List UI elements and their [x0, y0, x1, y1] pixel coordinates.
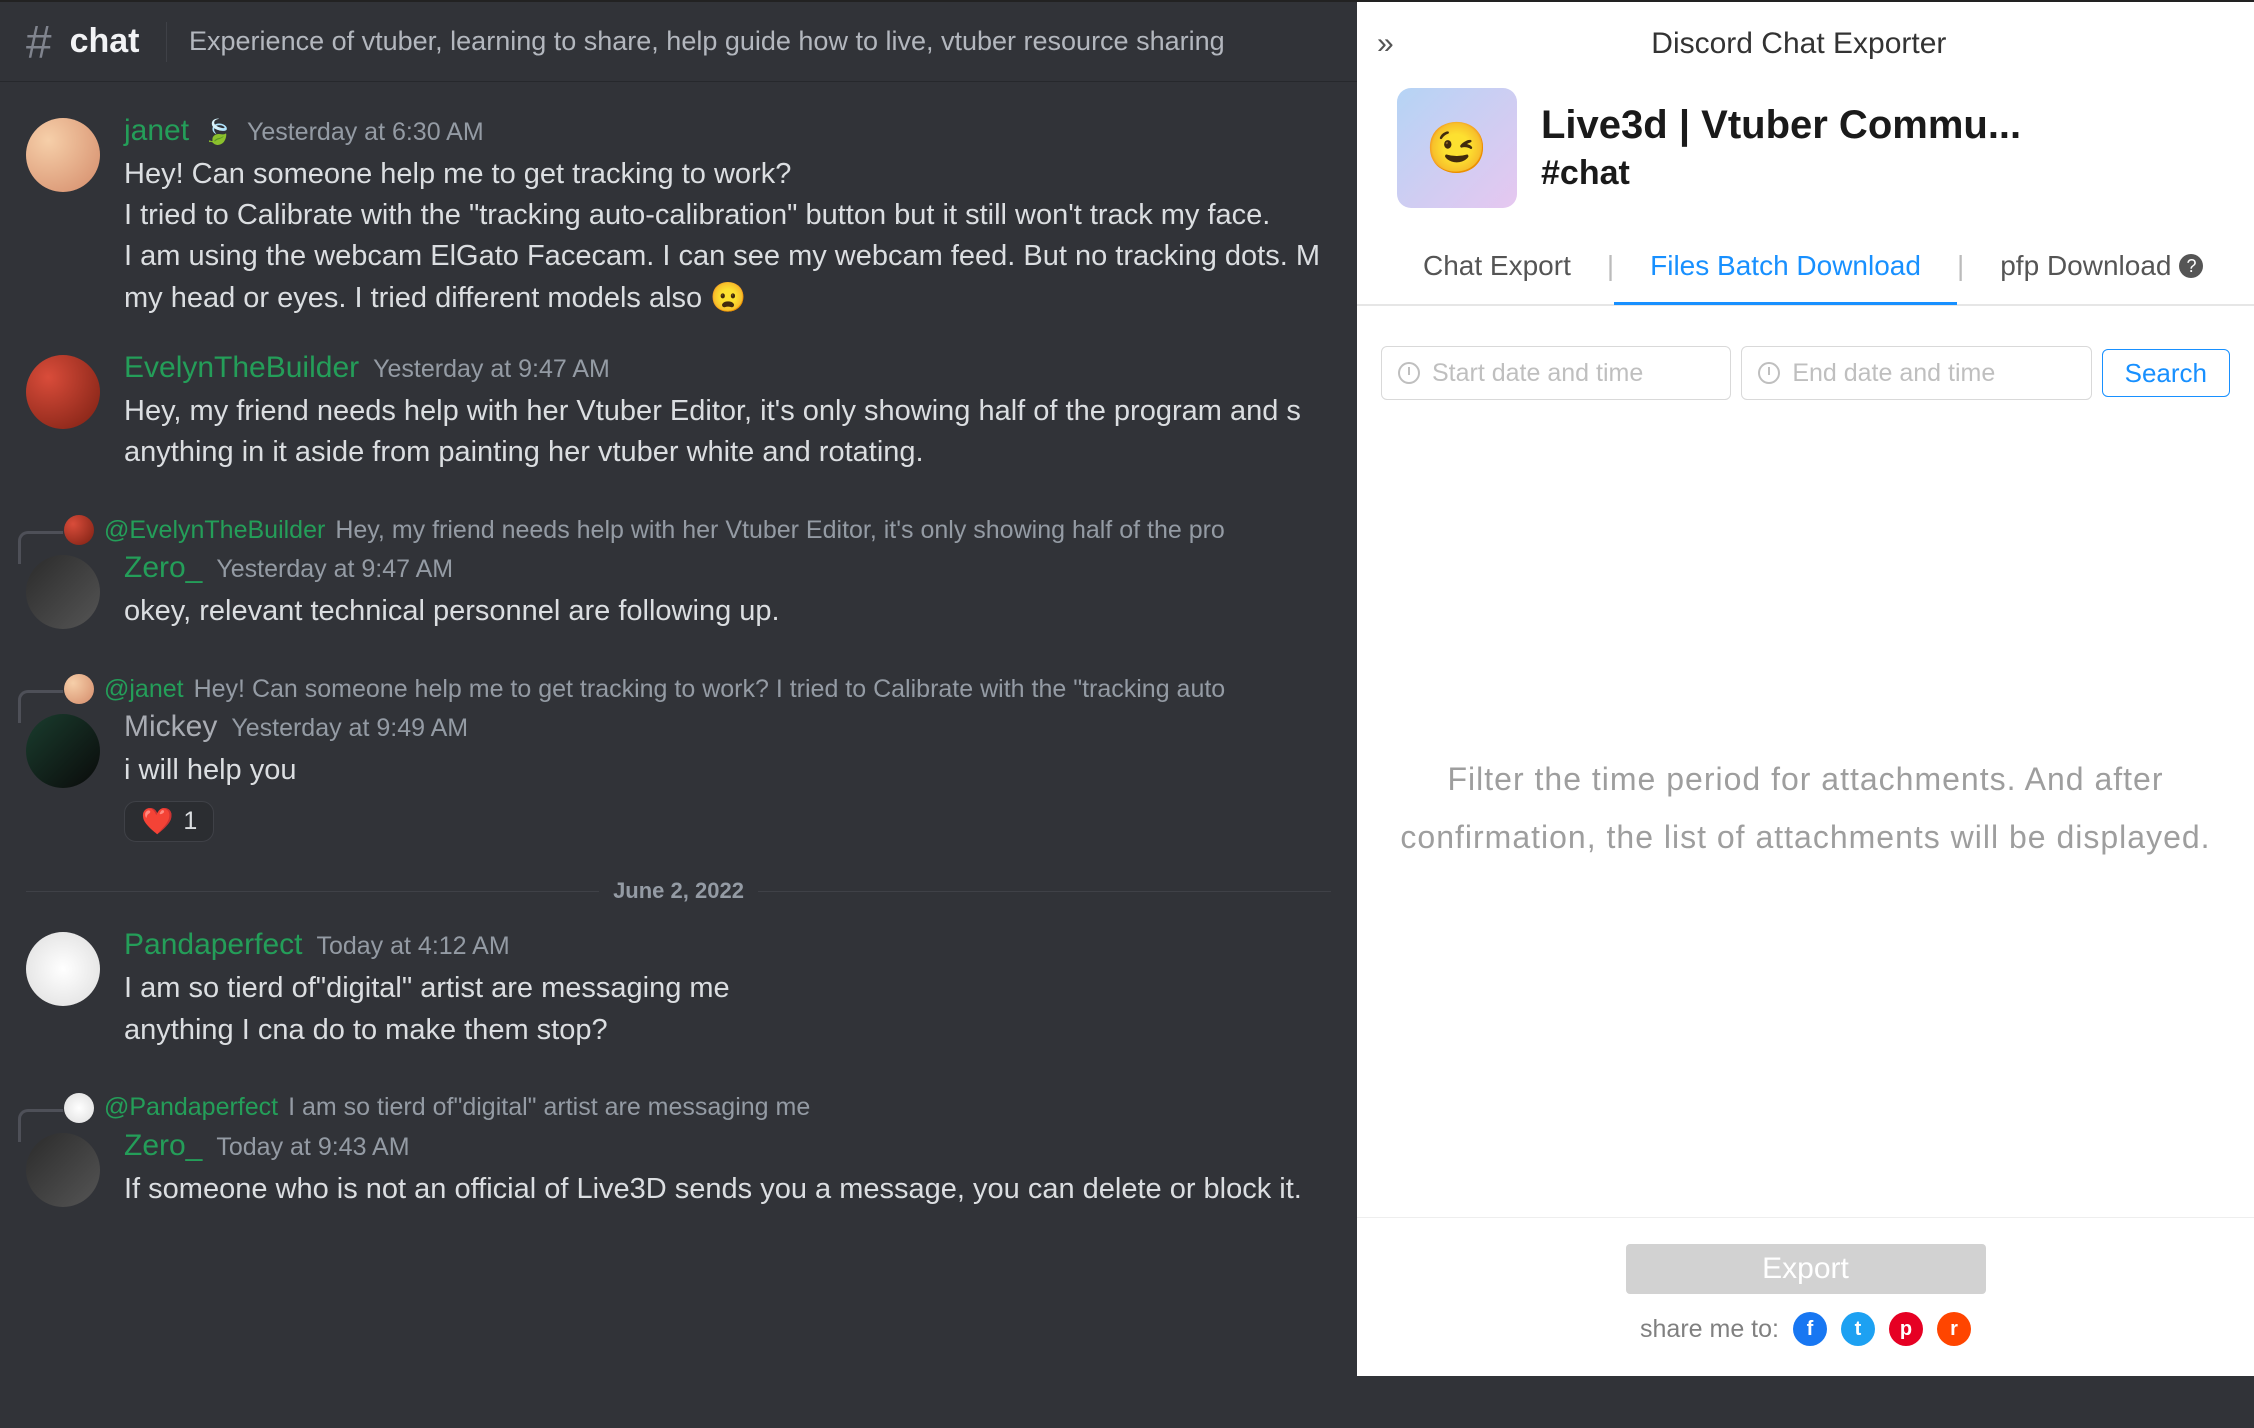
- clock-icon: [1398, 362, 1420, 384]
- reply-reference[interactable]: @EvelynTheBuilder Hey, my friend needs he…: [64, 515, 1357, 545]
- reply-text: Hey! Can someone help me to get tracking…: [194, 675, 1226, 704]
- discord-chat-pane: # chat Experience of vtuber, learning to…: [0, 0, 1357, 1428]
- author-name[interactable]: Mickey: [124, 710, 217, 744]
- avatar[interactable]: [26, 714, 100, 788]
- message-text: If someone who is not an official of Liv…: [124, 1169, 1331, 1210]
- export-button[interactable]: Export: [1626, 1244, 1986, 1294]
- message-timestamp: Yesterday at 9:47 AM: [216, 555, 453, 584]
- message-text: i will help you: [124, 750, 1331, 791]
- exporter-panel: » Discord Chat Exporter 😉 Live3d | Vtube…: [1357, 0, 2254, 1376]
- message-list[interactable]: janet 🍃 Yesterday at 6:30 AM Hey! Can someo…: [0, 82, 1357, 1428]
- avatar[interactable]: [26, 932, 100, 1006]
- reddit-icon[interactable]: r: [1937, 1312, 1971, 1346]
- reaction-count: 1: [183, 807, 197, 836]
- message-timestamp: Yesterday at 9:49 AM: [231, 714, 468, 743]
- reply-reference[interactable]: @janet Hey! Can someone help me to get tr…: [64, 674, 1357, 704]
- server-icon: 😉: [1397, 88, 1517, 208]
- message: EvelynTheBuilder Yesterday at 9:47 AM Hey,…: [0, 347, 1357, 501]
- start-date-input[interactable]: Start date and time: [1381, 346, 1731, 400]
- server-name: Live3d | Vtuber Commu...: [1541, 103, 2021, 148]
- reply-author[interactable]: @EvelynTheBuilder: [104, 516, 325, 545]
- share-label: share me to:: [1640, 1315, 1779, 1344]
- tab-separator: |: [1957, 250, 1964, 282]
- channel-topic: Experience of vtuber, learning to share,…: [189, 26, 1225, 57]
- author-name[interactable]: Zero_: [124, 1129, 202, 1163]
- reply-author[interactable]: @janet: [104, 675, 184, 704]
- message-text: Hey! Can someone help me to get tracking…: [124, 154, 1331, 319]
- date-label: June 2, 2022: [599, 878, 758, 904]
- share-row: share me to: f t p r: [1640, 1312, 1971, 1346]
- message: Zero_ Today at 9:43 AM If someone who is n…: [0, 1125, 1357, 1238]
- panel-header: » Discord Chat Exporter: [1357, 2, 2254, 86]
- message-text: okey, relevant technical personnel are f…: [124, 591, 1331, 632]
- search-button[interactable]: Search: [2102, 349, 2230, 397]
- divider: [166, 22, 168, 62]
- end-date-input[interactable]: End date and time: [1741, 346, 2091, 400]
- avatar[interactable]: [26, 1133, 100, 1207]
- message: Zero_ Yesterday at 9:47 AM okey, relevant …: [0, 547, 1357, 660]
- message: Mickey Yesterday at 9:49 AM i will help yo…: [0, 706, 1357, 870]
- message-text: I am so tierd of"digital" artist are mes…: [124, 968, 1331, 1050]
- channel-name: chat: [70, 22, 140, 61]
- message-timestamp: Today at 9:43 AM: [216, 1133, 409, 1162]
- tab-files-batch[interactable]: Files Batch Download: [1614, 229, 1957, 305]
- reaction[interactable]: ❤️ 1: [124, 801, 214, 842]
- message-timestamp: Today at 4:12 AM: [316, 932, 509, 961]
- author-name[interactable]: EvelynTheBuilder: [124, 351, 359, 385]
- reply-author[interactable]: @Pandaperfect: [104, 1093, 278, 1122]
- pinterest-icon[interactable]: p: [1889, 1312, 1923, 1346]
- hash-icon: #: [26, 15, 52, 69]
- hint-area: Filter the time period for attachments. …: [1357, 400, 2254, 1217]
- filter-row: Start date and time End date and time Se…: [1357, 306, 2254, 400]
- panel-title: Discord Chat Exporter: [1408, 27, 2190, 61]
- start-date-placeholder: Start date and time: [1432, 359, 1643, 388]
- collapse-icon[interactable]: »: [1377, 27, 1394, 61]
- message: Pandaperfect Today at 4:12 AM I am so tier…: [0, 924, 1357, 1078]
- heart-icon: ❤️: [141, 806, 173, 837]
- author-name[interactable]: Zero_: [124, 551, 202, 585]
- end-date-placeholder: End date and time: [1792, 359, 1995, 388]
- leaf-icon: 🍃: [203, 118, 233, 147]
- reply-avatar: [64, 674, 94, 704]
- avatar[interactable]: [26, 118, 100, 192]
- message-timestamp: Yesterday at 6:30 AM: [247, 118, 484, 147]
- hint-text: Filter the time period for attachments. …: [1397, 751, 2214, 866]
- author-name[interactable]: janet: [124, 114, 189, 148]
- reply-avatar: [64, 1093, 94, 1123]
- panel-footer: Export share me to: f t p r: [1357, 1217, 2254, 1376]
- message-text: Hey, my friend needs help with her Vtube…: [124, 391, 1331, 473]
- tab-pfp-label: pfp Download: [2000, 250, 2171, 282]
- reply-reference[interactable]: @Pandaperfect I am so tierd of"digital" a…: [64, 1093, 1357, 1123]
- reply-text: Hey, my friend needs help with her Vtube…: [335, 516, 1225, 545]
- clock-icon: [1758, 362, 1780, 384]
- reply-text: I am so tierd of"digital" artist are mes…: [288, 1093, 810, 1122]
- server-row: 😉 Live3d | Vtuber Commu... #chat: [1357, 86, 2254, 228]
- avatar[interactable]: [26, 355, 100, 429]
- message: janet 🍃 Yesterday at 6:30 AM Hey! Can someo…: [0, 110, 1357, 347]
- help-icon[interactable]: ?: [2179, 254, 2203, 278]
- tab-chat-export[interactable]: Chat Export: [1387, 228, 1607, 304]
- avatar[interactable]: [26, 555, 100, 629]
- twitter-icon[interactable]: t: [1841, 1312, 1875, 1346]
- server-channel: #chat: [1541, 154, 2021, 193]
- tab-pfp-download[interactable]: pfp Download ?: [1964, 228, 2239, 304]
- tab-separator: |: [1607, 250, 1614, 282]
- channel-header: # chat Experience of vtuber, learning to…: [0, 2, 1357, 82]
- facebook-icon[interactable]: f: [1793, 1312, 1827, 1346]
- message-timestamp: Yesterday at 9:47 AM: [373, 355, 610, 384]
- date-divider: June 2, 2022: [26, 878, 1331, 904]
- tabs: Chat Export | Files Batch Download | pfp…: [1357, 228, 2254, 306]
- reply-avatar: [64, 515, 94, 545]
- author-name[interactable]: Pandaperfect: [124, 928, 302, 962]
